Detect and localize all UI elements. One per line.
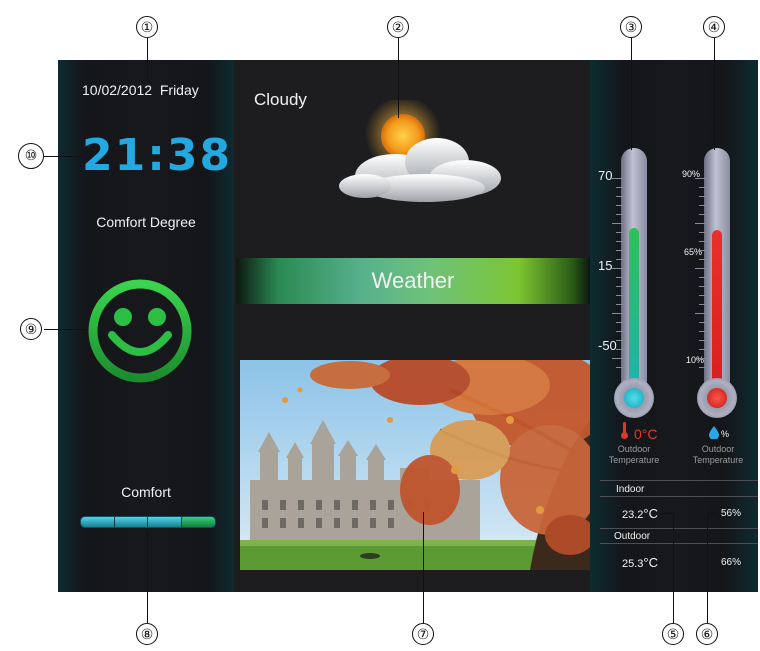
thermometer-tick — [616, 295, 624, 296]
date-display: 10/02/2012 Friday — [82, 82, 199, 98]
comfort-level-bar — [80, 516, 216, 528]
thermometer-tick — [699, 277, 707, 278]
humidity-fill — [712, 230, 722, 396]
thermometer-tick — [612, 268, 624, 269]
indoor-temp: 23.2°C — [622, 506, 659, 521]
thermometer-tick — [699, 250, 707, 251]
thermometer-tick — [616, 259, 624, 260]
thermometer-tick — [616, 349, 624, 350]
thermometer-tick — [616, 367, 624, 368]
callout-10: ⑩ — [18, 143, 44, 169]
thermometer-tick — [699, 349, 707, 350]
thermometer-tick — [616, 232, 624, 233]
weather-banner-label: Weather — [371, 268, 455, 293]
smiley-face-icon — [88, 279, 192, 383]
humidity-unit: % — [721, 429, 730, 439]
thermometer-tick — [616, 205, 624, 206]
thermometer-tick — [699, 205, 707, 206]
thermometer-tick — [616, 286, 624, 287]
outdoor-label: Outdoor — [614, 531, 651, 542]
thermometer-tick — [699, 196, 707, 197]
cloud-sun-icon — [339, 100, 501, 202]
thermometer-tick — [616, 304, 624, 305]
thermometer-tick — [699, 322, 707, 323]
callout-1: ① — [136, 16, 158, 38]
temperature-fill — [629, 228, 639, 394]
thermometer-tick — [616, 250, 624, 251]
humidity-caption: Outdoor Temperature — [692, 444, 744, 465]
callout-4: ④ — [703, 16, 725, 38]
thermometer-tick — [699, 340, 707, 341]
temperature-unit: 0°C — [634, 426, 658, 442]
callout-3: ③ — [620, 16, 642, 38]
thermometer-tick — [616, 331, 624, 332]
temp-scale-low: -50 — [598, 338, 617, 353]
outdoor-humidity: 66% — [721, 557, 742, 568]
indoor-humidity: 56% — [721, 508, 742, 519]
thermometer-tick — [695, 313, 707, 314]
comfort-status: Comfort — [121, 484, 171, 500]
thermometer-tick — [699, 232, 707, 233]
callout-8: ⑧ — [136, 623, 158, 645]
indoor-label: Indoor — [616, 484, 645, 495]
thermometer-tick — [699, 241, 707, 242]
thermometer-tick — [616, 241, 624, 242]
date-text: 10/02/2012 — [82, 82, 153, 98]
callout-7: ⑦ — [412, 623, 434, 645]
thermometer-tick — [695, 358, 707, 359]
thermometer-tick — [699, 331, 707, 332]
thermometer-tick — [616, 196, 624, 197]
thermometer-tick — [699, 295, 707, 296]
callout-6: ⑥ — [696, 623, 718, 645]
outdoor-temp: 25.3°C — [622, 555, 659, 570]
thermometer-tick — [699, 259, 707, 260]
temp-scale-mid: 15 — [598, 258, 613, 273]
water-drop-icon — [709, 426, 719, 439]
thermometer-tick — [695, 223, 707, 224]
thermometer-tick — [616, 340, 624, 341]
temp-scale-high: 70 — [598, 168, 613, 183]
weather-condition: Cloudy — [254, 90, 307, 109]
clock-time: 21:38 — [82, 130, 233, 181]
chateau-autumn-photo — [240, 360, 590, 570]
thermometer-tick — [616, 187, 624, 188]
thermometer-tick — [699, 286, 707, 287]
thermometer-tick — [699, 214, 707, 215]
thermometer-tick — [612, 313, 624, 314]
humidity-scale-mid: 65% — [684, 247, 703, 257]
thermometer-tick — [616, 214, 624, 215]
thermometer-tick — [612, 358, 624, 359]
thermometer-tick — [699, 187, 707, 188]
callout-5: ⑤ — [662, 623, 684, 645]
thermometer-tick — [612, 223, 624, 224]
weather-banner: Weather — [236, 258, 590, 304]
callout-9: ⑨ — [20, 318, 42, 340]
thermometer-small-icon — [620, 422, 628, 440]
thermometer-tick — [695, 178, 707, 179]
humidity-scale-low: 10% — [686, 355, 705, 365]
temperature-caption: Outdoor Temperature — [608, 444, 660, 465]
callout-2: ② — [387, 16, 409, 38]
weekday-text: Friday — [159, 82, 199, 98]
thermometer-tick — [695, 268, 707, 269]
thermometer-tick — [612, 178, 624, 179]
thermometer-tick — [699, 304, 707, 305]
thermometer-tick — [699, 367, 707, 368]
comfort-degree-title: Comfort Degree — [96, 214, 196, 230]
thermometer-tick — [616, 322, 624, 323]
thermometer-tick — [616, 277, 624, 278]
